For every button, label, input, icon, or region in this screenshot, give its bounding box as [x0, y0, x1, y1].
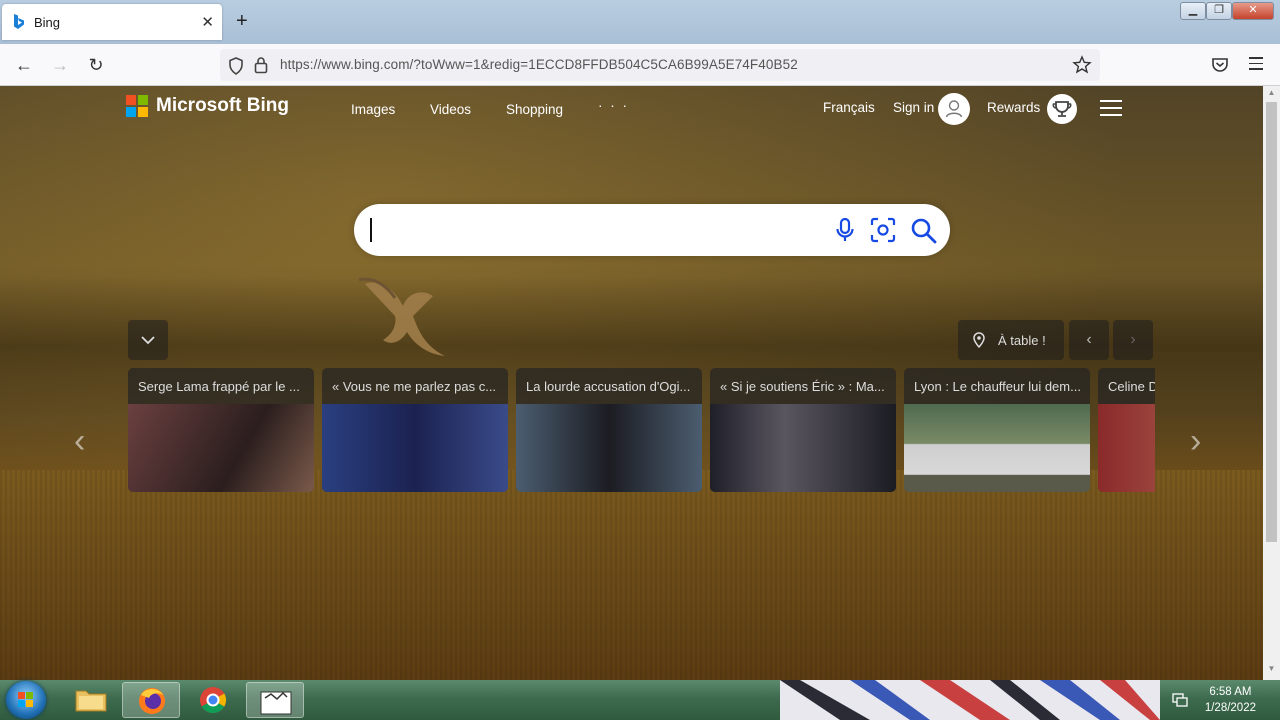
location-label: À table ! — [998, 333, 1046, 348]
page-next-arrow-icon[interactable]: › — [1190, 422, 1201, 461]
news-card[interactable]: Serge Lama frappé par le ... — [128, 368, 314, 492]
location-button[interactable]: À table ! — [958, 320, 1064, 360]
folder-icon — [75, 690, 107, 712]
microphone-icon[interactable] — [834, 217, 856, 243]
news-card-image — [710, 404, 896, 492]
news-card-title: Serge Lama frappé par le ... — [138, 379, 300, 394]
nav-more[interactable]: · · · — [598, 98, 629, 113]
news-card-title: Lyon : Le chauffeur lui dem... — [914, 379, 1081, 394]
taskbar-app[interactable] — [246, 682, 304, 718]
firefox-icon — [139, 688, 165, 714]
news-card-title: La lourde accusation d'Ogi... — [526, 379, 691, 394]
title-bar: Bing ✕ + ▁ ❐ ✕ — [0, 0, 1280, 44]
back-arrow-icon[interactable]: ← — [12, 54, 36, 76]
rewards-badge[interactable] — [1047, 94, 1077, 124]
menu-icon[interactable] — [1249, 57, 1263, 70]
collapse-button[interactable] — [128, 320, 168, 360]
scrollbar-thumb[interactable] — [1266, 102, 1277, 542]
reload-icon[interactable]: ↻ — [84, 54, 108, 76]
tracking-shield-icon[interactable] — [228, 57, 244, 75]
news-card-image — [1098, 404, 1155, 492]
pocket-icon[interactable] — [1211, 57, 1229, 73]
bookmark-star-icon[interactable] — [1072, 55, 1092, 75]
address-bar[interactable]: https://www.bing.com/?toWww=1&redig=1ECC… — [220, 49, 1100, 81]
news-card-image — [904, 404, 1090, 492]
nav-videos[interactable]: Videos — [430, 102, 471, 117]
taskbar-chrome[interactable] — [184, 682, 242, 718]
chrome-icon — [200, 687, 227, 714]
page-scrollbar[interactable]: ▲ ▼ — [1263, 86, 1280, 680]
carousel-next-button[interactable]: › — [1113, 320, 1153, 360]
minimize-button[interactable]: ▁ — [1180, 2, 1206, 20]
bing-logo[interactable]: Microsoft Bing — [126, 95, 289, 117]
tab-close-icon[interactable]: ✕ — [201, 13, 214, 31]
news-card[interactable]: Celine D — [1098, 368, 1155, 492]
network-icon[interactable] — [1172, 692, 1188, 708]
avatar[interactable] — [938, 93, 970, 125]
visual-search-icon[interactable] — [870, 217, 896, 243]
taskbar-firefox[interactable] — [122, 682, 180, 718]
microsoft-logo-icon — [126, 95, 148, 117]
carousel-prev-button[interactable]: ‹ — [1069, 320, 1109, 360]
search-box[interactable] — [354, 204, 950, 256]
forward-arrow-icon[interactable]: → — [48, 54, 72, 76]
news-card[interactable]: La lourde accusation d'Ogi... — [516, 368, 702, 492]
sign-in-link[interactable]: Sign in — [893, 100, 934, 115]
close-window-button[interactable]: ✕ — [1232, 2, 1274, 20]
language-link[interactable]: Français — [823, 100, 875, 115]
search-icon[interactable] — [910, 217, 938, 245]
wallpaper-art — [780, 680, 1160, 720]
bing-homepage: Microsoft Bing Images Videos Shopping · … — [0, 86, 1263, 680]
owl-image — [358, 277, 445, 356]
nav-images[interactable]: Images — [351, 102, 395, 117]
news-card-title: Celine D — [1108, 379, 1155, 394]
navigation-bar: ← → ↻ https://www.bing.com/?toWww=1&redi… — [0, 44, 1280, 86]
scroll-up-icon[interactable]: ▲ — [1263, 88, 1280, 102]
background-grass — [0, 470, 1263, 680]
trophy-icon — [1052, 101, 1072, 117]
windows-logo-icon — [18, 692, 33, 707]
chevron-down-icon — [141, 336, 155, 345]
news-card-title: « Vous ne me parlez pas c... — [332, 379, 497, 394]
chevron-right-icon: › — [1130, 331, 1136, 348]
news-card-title: « Si je soutiens Éric » : Ma... — [720, 379, 885, 394]
maximize-button[interactable]: ❐ — [1206, 2, 1232, 20]
page-prev-arrow-icon[interactable]: ‹ — [74, 422, 85, 461]
system-clock[interactable]: 6:58 AM 1/28/2022 — [1205, 684, 1256, 716]
lock-icon[interactable] — [254, 56, 268, 74]
search-input[interactable] — [374, 214, 814, 246]
news-card-image — [322, 404, 508, 492]
tab-title: Bing — [34, 15, 61, 30]
clock-date: 1/28/2022 — [1204, 702, 1256, 714]
nav-shopping[interactable]: Shopping — [506, 102, 563, 117]
news-card-image — [516, 404, 702, 492]
start-button[interactable] — [6, 681, 46, 719]
news-card[interactable]: Lyon : Le chauffeur lui dem... — [904, 368, 1090, 492]
rewards-link[interactable]: Rewards — [987, 100, 1040, 115]
url-text: https://www.bing.com/?toWww=1&redig=1ECC… — [280, 57, 798, 72]
location-pin-icon — [973, 332, 985, 348]
news-card[interactable]: « Si je soutiens Éric » : Ma... — [710, 368, 896, 492]
user-icon — [945, 100, 963, 118]
scroll-down-icon[interactable]: ▼ — [1263, 664, 1280, 678]
new-tab-icon[interactable]: + — [236, 10, 248, 33]
bing-favicon-icon — [14, 14, 24, 29]
logo-text: Microsoft Bing — [156, 95, 289, 116]
hamburger-menu-icon[interactable] — [1100, 100, 1122, 121]
news-card-image — [128, 404, 314, 492]
news-card[interactable]: « Vous ne me parlez pas c... — [322, 368, 508, 492]
clock-time: 6:58 AM — [1209, 686, 1252, 698]
windows-taskbar: 6:58 AM 1/28/2022 — [0, 680, 1280, 720]
taskbar-explorer[interactable] — [62, 682, 120, 718]
news-carousel: Serge Lama frappé par le ... « Vous ne m… — [128, 368, 1155, 492]
app-window-icon — [260, 691, 292, 715]
chevron-left-icon: ‹ — [1086, 331, 1092, 348]
browser-tab[interactable]: Bing ✕ — [2, 4, 222, 40]
